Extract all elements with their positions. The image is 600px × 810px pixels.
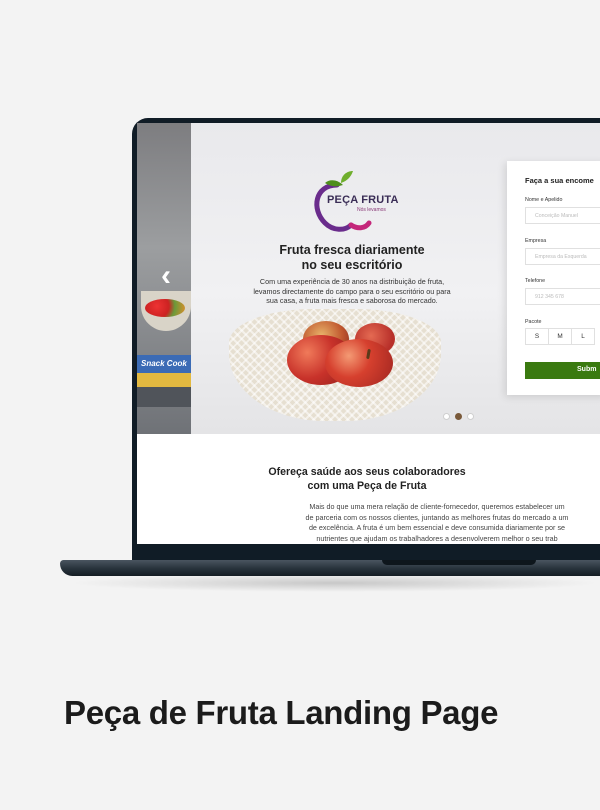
hero-description-line: sua casa, a fruta mais fresca e saborosa… bbox=[266, 296, 438, 306]
carousel-dot[interactable] bbox=[467, 413, 474, 420]
section-body: Mais do que uma mera relação de cliente-… bbox=[227, 502, 600, 544]
submit-button[interactable]: Subm bbox=[525, 362, 600, 379]
laptop-base-notch bbox=[382, 560, 536, 565]
name-input[interactable]: Conceição Manuel bbox=[525, 207, 600, 224]
laptop-mockup: Snack Cook ‹ PEÇA FRUTA Nós levamos Frut… bbox=[0, 0, 600, 600]
book-image bbox=[137, 373, 191, 387]
section-body-line: de excelência. A fruta é um bem essencia… bbox=[308, 523, 566, 532]
logo-brand-text: PEÇA FRUTA bbox=[327, 194, 399, 206]
company-input[interactable]: Empresa da Esquerda bbox=[525, 248, 600, 265]
carousel-dots bbox=[443, 413, 474, 420]
phone-label: Telefone bbox=[525, 278, 546, 284]
hero-section: Snack Cook ‹ PEÇA FRUTA Nós levamos Frut… bbox=[137, 123, 600, 434]
size-option-s[interactable]: S bbox=[525, 328, 549, 345]
book-image bbox=[137, 387, 191, 407]
bowl-fruit-image bbox=[145, 299, 185, 317]
hero-description-line: levamos directamente do campo para o seu… bbox=[253, 286, 451, 296]
order-form: Faça a sua encome Nome e Apelido Conceiç… bbox=[507, 161, 600, 395]
book-cover-text: Snack Cook bbox=[141, 359, 187, 368]
form-title: Faça a sua encome bbox=[525, 176, 594, 185]
size-option-l[interactable]: L bbox=[571, 328, 595, 345]
hero-description-line: Com uma experiência de 30 anos na distri… bbox=[259, 277, 445, 286]
hero-title-line: no seu escritório bbox=[301, 258, 403, 272]
carousel-dot[interactable] bbox=[443, 413, 450, 420]
size-option-m[interactable]: M bbox=[548, 328, 572, 345]
hero-description: Com uma experiência de 30 anos na distri… bbox=[237, 277, 467, 306]
phone-input[interactable]: 912 345 678 bbox=[525, 288, 600, 305]
section-body-line: Mais do que uma mera relação de cliente-… bbox=[309, 502, 565, 511]
package-size-selector: S M L bbox=[525, 328, 595, 345]
apple-image bbox=[325, 339, 393, 387]
page-caption: Peça de Fruta Landing Page bbox=[64, 694, 499, 731]
section-title: Ofereça saúde aos seus colaboradores com… bbox=[207, 466, 527, 493]
hero-title-line: Fruta fresca diariamente bbox=[279, 243, 425, 257]
name-label: Nome e Apelido bbox=[525, 197, 563, 203]
section-body-line: de parceria com os nossos clientes, junt… bbox=[305, 512, 569, 522]
laptop-shadow bbox=[70, 574, 600, 592]
carousel-prev-icon[interactable]: ‹ bbox=[151, 261, 181, 291]
logo-tagline: Nós levamos bbox=[357, 207, 386, 213]
package-label: Pacote bbox=[525, 319, 542, 325]
carousel-dot-active[interactable] bbox=[455, 413, 462, 420]
section-title-line: com uma Peça de Fruta bbox=[307, 479, 427, 492]
laptop-screen: Snack Cook ‹ PEÇA FRUTA Nós levamos Frut… bbox=[137, 123, 600, 544]
section-body-line: nutrientes que ajudam os trabalhadores a… bbox=[316, 533, 558, 543]
company-label: Empresa bbox=[525, 238, 547, 244]
hero-title: Fruta fresca diariamente no seu escritór… bbox=[247, 243, 457, 273]
section-title-line: Ofereça saúde aos seus colaboradores bbox=[268, 466, 466, 478]
